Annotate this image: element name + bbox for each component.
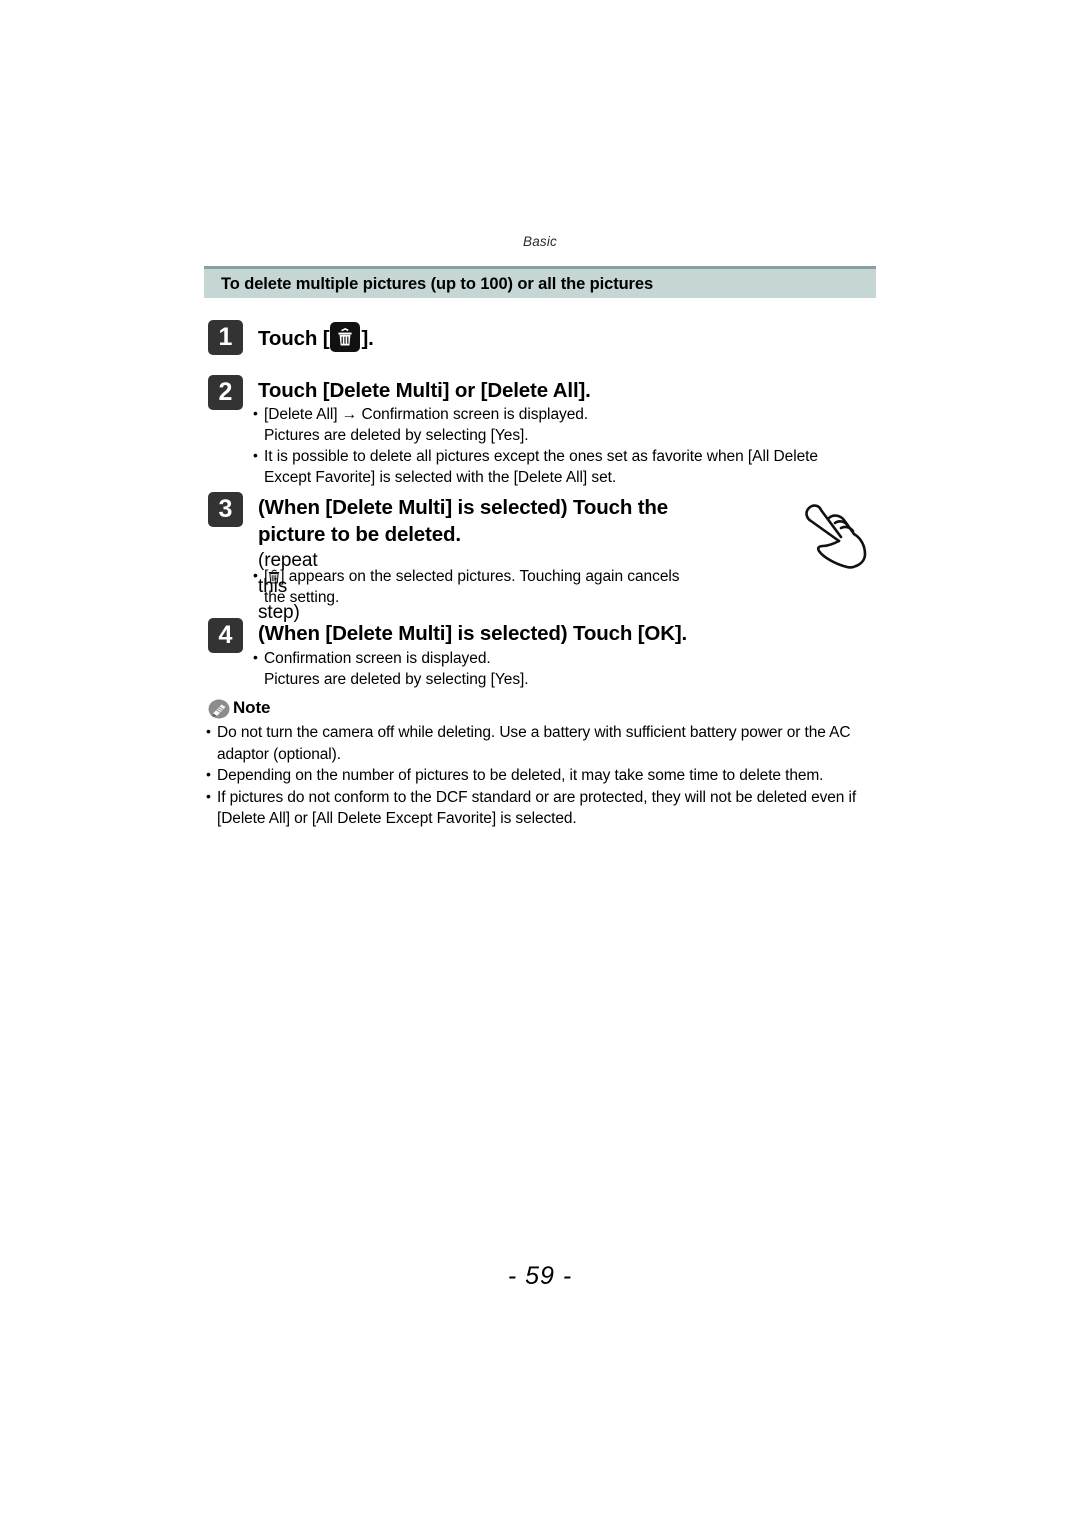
bullet-line: Do not turn the camera off while deletin… [217,724,851,741]
step-2-bullets: [Delete All] → Confirmation screen is di… [252,403,892,488]
bullet-line: Pictures are deleted by selecting [Yes]. [264,427,529,444]
list-item: It is possible to delete all pictures ex… [252,445,892,488]
bullet-line: the setting. [264,589,340,606]
list-item: Depending on the number of pictures to b… [206,764,896,787]
bullet-line: Confirmation screen is displayed. [264,650,491,667]
list-item: [Delete All] → Confirmation screen is di… [252,403,892,446]
step-4-bullets: Confirmation screen is displayed. Pictur… [252,647,892,690]
bullet-line: If pictures do not conform to the DCF st… [217,788,857,806]
section-title-band: To delete multiple pictures (up to 100) … [204,266,876,298]
trash-icon [268,569,280,584]
bullet-line: It is possible to delete all pictures ex… [264,448,819,465]
step-1-title-suffix: ]. [361,327,374,350]
bullet-line: Except Favorite] is selected with the [D… [264,469,617,486]
step-4-number: 4 [208,618,243,653]
list-item: Confirmation screen is displayed. Pictur… [252,647,892,690]
step-1-title: Touch []. [258,322,374,352]
step-3-title: (When [Delete Multi] is selected) Touch … [258,496,669,546]
list-item: If pictures do not conform to the DCF st… [206,786,896,830]
bullet-line: Depending on the number of pictures to b… [217,767,824,784]
step-2-title: Touch [Delete Multi] or [Delete All]. [258,379,591,402]
step-2-number: 2 [208,375,243,410]
document-page: Basic To delete multiple pictures (up to… [0,0,1080,1526]
page-number: - 59 - [507,1262,573,1290]
step-1-title-prefix: Touch [ [258,327,330,350]
bullet-line: ] appears on the selected pictures. Touc… [280,568,680,585]
bullet-line: Pictures are deleted by selecting [Yes]. [264,671,529,688]
step-3-number: 3 [208,492,243,527]
trash-icon [330,322,361,352]
step-1-number: 1 [208,320,243,355]
pencil-icon [208,699,230,719]
note-label: Note [233,698,271,717]
step-3-bullets: [] appears on the selected pictures. Tou… [252,565,892,608]
section-title: To delete multiple pictures (up to 100) … [221,275,654,293]
running-head: Basic [522,234,557,249]
note-bullets: Do not turn the camera off while deletin… [206,721,896,830]
list-item: Do not turn the camera off while deletin… [206,721,896,765]
step-4-title: (When [Delete Multi] is selected) Touch … [258,622,688,645]
bullet-line: adaptor (optional). [217,745,341,763]
pointing-hand-icon [799,496,883,574]
list-item: [] appears on the selected pictures. Tou… [252,565,892,608]
bullet-line: [Delete All] → Confirmation screen is di… [264,406,589,423]
bullet-line: [Delete All] or [All Delete Except Favor… [217,810,577,827]
